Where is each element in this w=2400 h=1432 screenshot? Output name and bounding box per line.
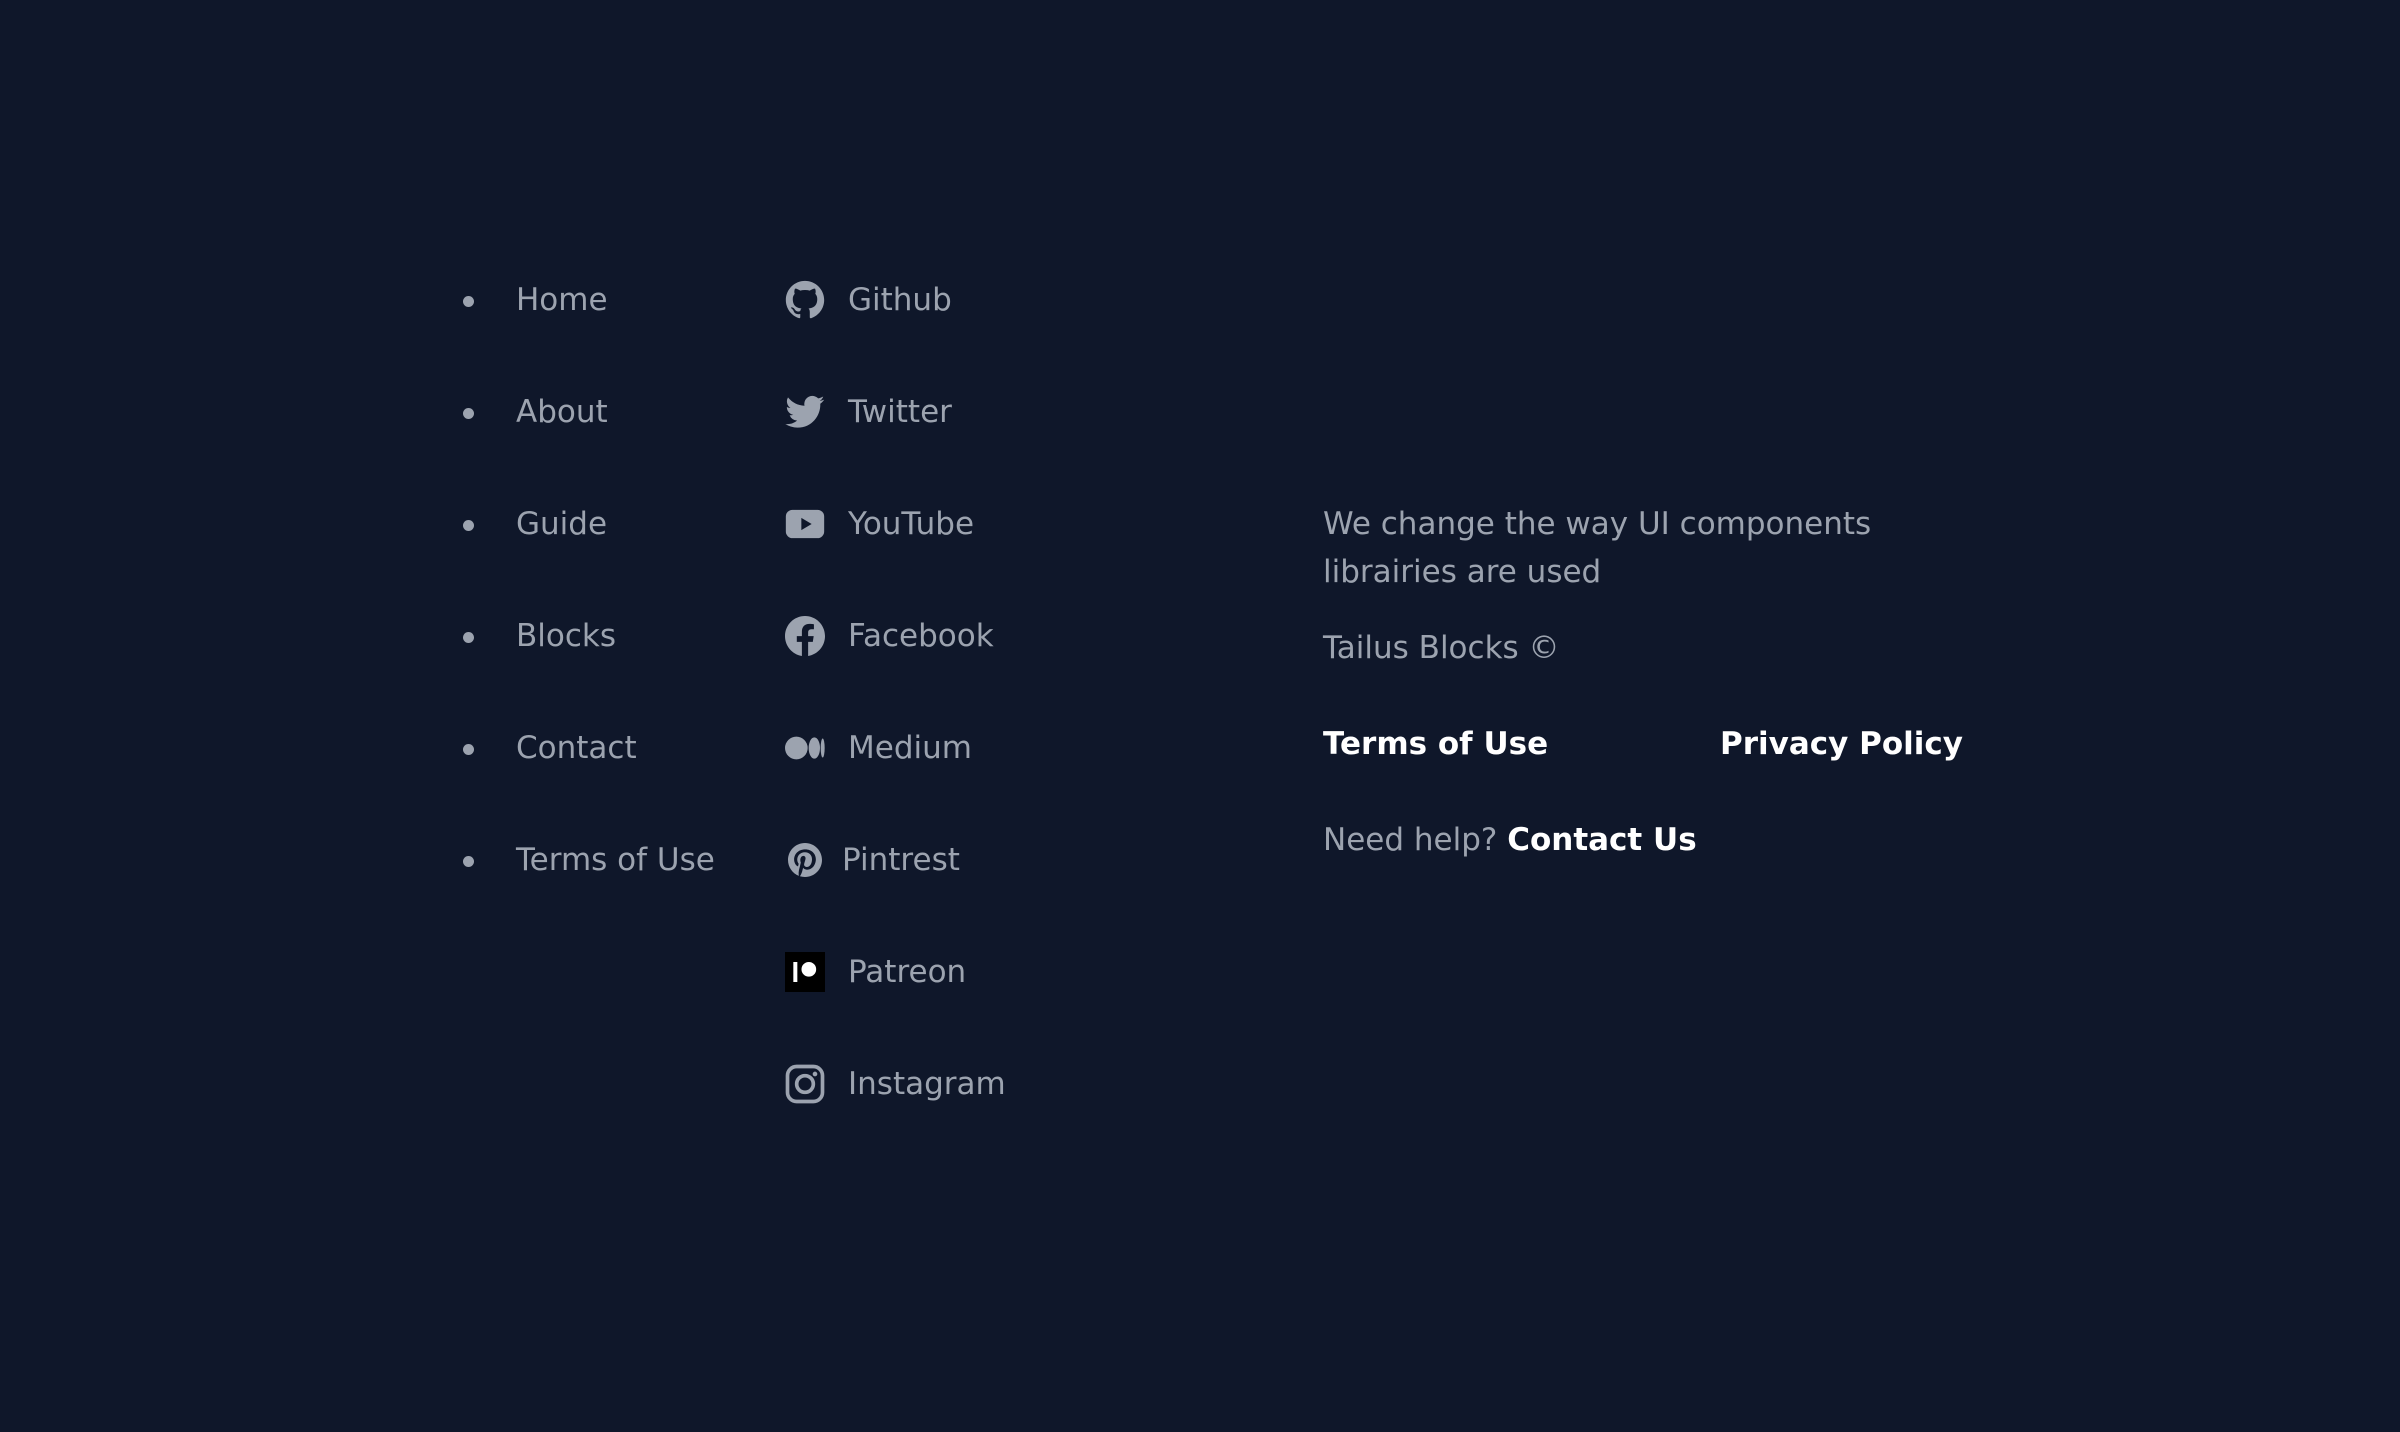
social-item-youtube: YouTube [784, 496, 1006, 608]
social-label: Pintrest [842, 842, 960, 878]
bullet-marker [463, 520, 474, 531]
instagram-icon [784, 1063, 826, 1105]
social-item-instagram: Instagram [784, 1056, 1006, 1168]
medium-icon [784, 727, 826, 769]
patreon-icon [784, 951, 826, 993]
nav-link-guide[interactable]: Guide [516, 496, 607, 552]
bullet-marker [463, 744, 474, 755]
nav-link-blocks[interactable]: Blocks [516, 608, 616, 664]
bullet-marker [463, 856, 474, 867]
facebook-link[interactable]: Facebook [784, 608, 994, 664]
medium-link[interactable]: Medium [784, 720, 972, 776]
social-item-facebook: Facebook [784, 608, 1006, 720]
legal-links: Terms of Use Privacy Policy [1323, 720, 1963, 768]
social-label: Medium [848, 730, 972, 766]
social-label: Patreon [848, 954, 967, 990]
social-label: Instagram [848, 1066, 1006, 1102]
bullet-marker [463, 296, 474, 307]
pinterest-icon [784, 839, 826, 881]
footer-nav-item-contact: Contact [460, 720, 715, 832]
twitter-link[interactable]: Twitter [784, 384, 952, 440]
social-item-medium: Medium [784, 720, 1006, 832]
social-label: YouTube [848, 506, 975, 542]
footer-nav-item-blocks: Blocks [460, 608, 715, 720]
nav-link-contact[interactable]: Contact [516, 720, 637, 776]
patreon-link[interactable]: Patreon [784, 944, 966, 1000]
privacy-policy-link[interactable]: Privacy Policy [1720, 726, 1963, 762]
social-links: Github Twitter YouTube Facebook Medium P… [784, 272, 1006, 1168]
footer-nav-item-about: About [460, 384, 715, 496]
footer-nav: Home About Guide Blocks Contact Terms of… [460, 272, 715, 944]
facebook-icon [784, 615, 826, 657]
nav-link-about[interactable]: About [516, 384, 608, 440]
bullet-marker [463, 408, 474, 419]
github-icon [784, 279, 826, 321]
pinterest-link[interactable]: Pintrest [784, 832, 960, 888]
social-item-patreon: Patreon [784, 944, 1006, 1056]
footer-nav-item-guide: Guide [460, 496, 715, 608]
footer-nav-item-home: Home [460, 272, 715, 384]
copyright: Tailus Blocks © [1323, 630, 1560, 666]
terms-of-use-link[interactable]: Terms of Use [1323, 726, 1720, 762]
social-item-twitter: Twitter [784, 384, 1006, 496]
tagline: We change the way UI components librairi… [1323, 506, 1872, 590]
help-text: Need help? [1323, 822, 1498, 858]
social-label: Github [848, 282, 952, 318]
social-item-pinterest: Pintrest [784, 832, 1006, 944]
github-link[interactable]: Github [784, 272, 952, 328]
footer-nav-item-terms: Terms of Use [460, 832, 715, 944]
youtube-icon [784, 503, 826, 545]
social-label: Twitter [848, 394, 952, 430]
about-section: We change the way UI components librairi… [1323, 500, 1963, 864]
help-line: Need help? Contact Us [1323, 816, 1963, 864]
youtube-link[interactable]: YouTube [784, 496, 974, 552]
social-label: Facebook [848, 618, 994, 654]
bullet-marker [463, 632, 474, 643]
social-item-github: Github [784, 272, 1006, 384]
site-footer: Home About Guide Blocks Contact Terms of… [0, 0, 2400, 1432]
contact-us-link[interactable]: Contact Us [1507, 822, 1696, 858]
instagram-link[interactable]: Instagram [784, 1056, 1006, 1112]
nav-link-home[interactable]: Home [516, 272, 608, 328]
nav-link-terms-of-use[interactable]: Terms of Use [516, 832, 715, 888]
twitter-icon [784, 391, 826, 433]
